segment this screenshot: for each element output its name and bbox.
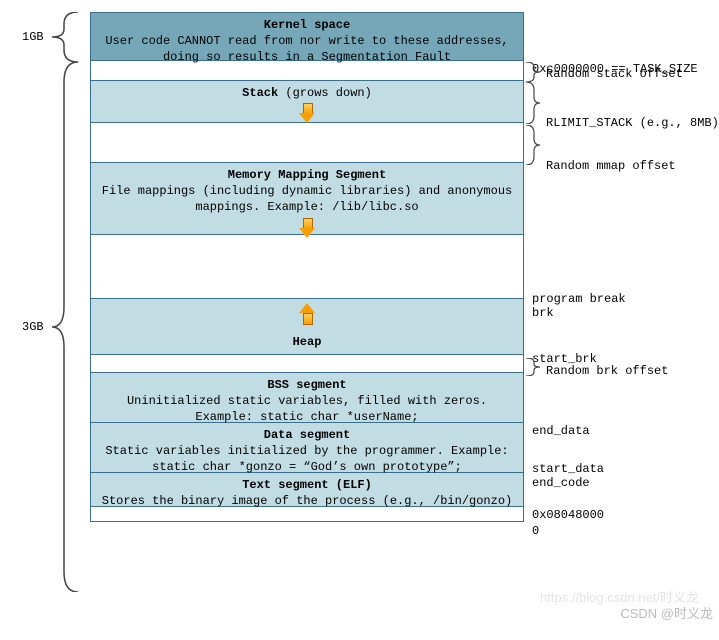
label-zero: 0 — [532, 524, 539, 538]
brace-random-stack — [526, 62, 544, 82]
segment-stack-title: Stack — [242, 86, 278, 100]
segment-mmap: Memory Mapping Segment File mappings (in… — [91, 163, 523, 235]
label-program-break: program break — [532, 292, 626, 306]
brace-rlimit — [526, 82, 544, 124]
segment-data: Data segment Static variables initialize… — [91, 423, 523, 473]
brace-random-mmap — [526, 125, 544, 165]
segment-heap: Heap — [91, 299, 523, 355]
segment-kernel-desc: User code CANNOT read from nor write to … — [105, 34, 508, 64]
segment-data-title: Data segment — [264, 428, 350, 442]
memory-layout: Kernel space User code CANNOT read from … — [90, 12, 524, 522]
label-random-stack: Random stack offset — [546, 67, 683, 81]
label-rlimit: RLIMIT_STACK (e.g., 8MB) — [546, 116, 719, 130]
segment-kernel: Kernel space User code CANNOT read from … — [91, 13, 523, 61]
label-random-mmap: Random mmap offset — [546, 159, 676, 173]
right-annotations: 0xc0000000 == TASK_SIZE Random stack off… — [528, 12, 718, 640]
segment-text-title: Text segment (ELF) — [242, 478, 372, 492]
label-end-data: end_data — [532, 424, 590, 438]
gap-mmap-heap — [91, 235, 523, 299]
segment-kernel-title: Kernel space — [264, 18, 350, 32]
segment-text: Text segment (ELF) Stores the binary ima… — [91, 473, 523, 507]
segment-bss-title: BSS segment — [267, 378, 346, 392]
arrow-down-icon — [299, 103, 315, 123]
label-brk: brk — [532, 306, 554, 320]
gap-random-mmap — [91, 123, 523, 163]
segment-stack-note: (grows down) — [285, 86, 371, 100]
label-random-brk: Random brk offset — [546, 364, 668, 378]
brace-1gb — [50, 12, 80, 62]
segment-text-desc: Stores the binary image of the process (… — [102, 494, 512, 508]
segment-stack: Stack (grows down) — [91, 81, 523, 123]
segment-mmap-title: Memory Mapping Segment — [228, 168, 386, 182]
arrow-down-icon — [299, 218, 315, 238]
segment-heap-title: Heap — [293, 334, 322, 350]
gap-random-brk — [91, 355, 523, 373]
label-end-code: end_code — [532, 476, 590, 490]
segment-bss: BSS segment Uninitialized static variabl… — [91, 373, 523, 423]
segment-mmap-desc: File mappings (including dynamic librari… — [102, 184, 512, 214]
label-1gb: 1GB — [22, 30, 44, 44]
segment-data-desc: Static variables initialized by the prog… — [105, 444, 508, 474]
segment-bss-desc: Uninitialized static variables, filled w… — [127, 394, 487, 424]
label-3gb: 3GB — [22, 320, 44, 334]
label-start-data: start_data — [532, 462, 604, 476]
watermark-main: CSDN @时义龙 — [620, 603, 713, 622]
brace-random-brk — [526, 358, 544, 376]
brace-3gb — [50, 62, 80, 592]
left-size-column: 1GB 3GB — [0, 0, 80, 628]
label-text-base: 0x08048000 — [532, 508, 604, 522]
arrow-up-icon — [299, 303, 315, 323]
